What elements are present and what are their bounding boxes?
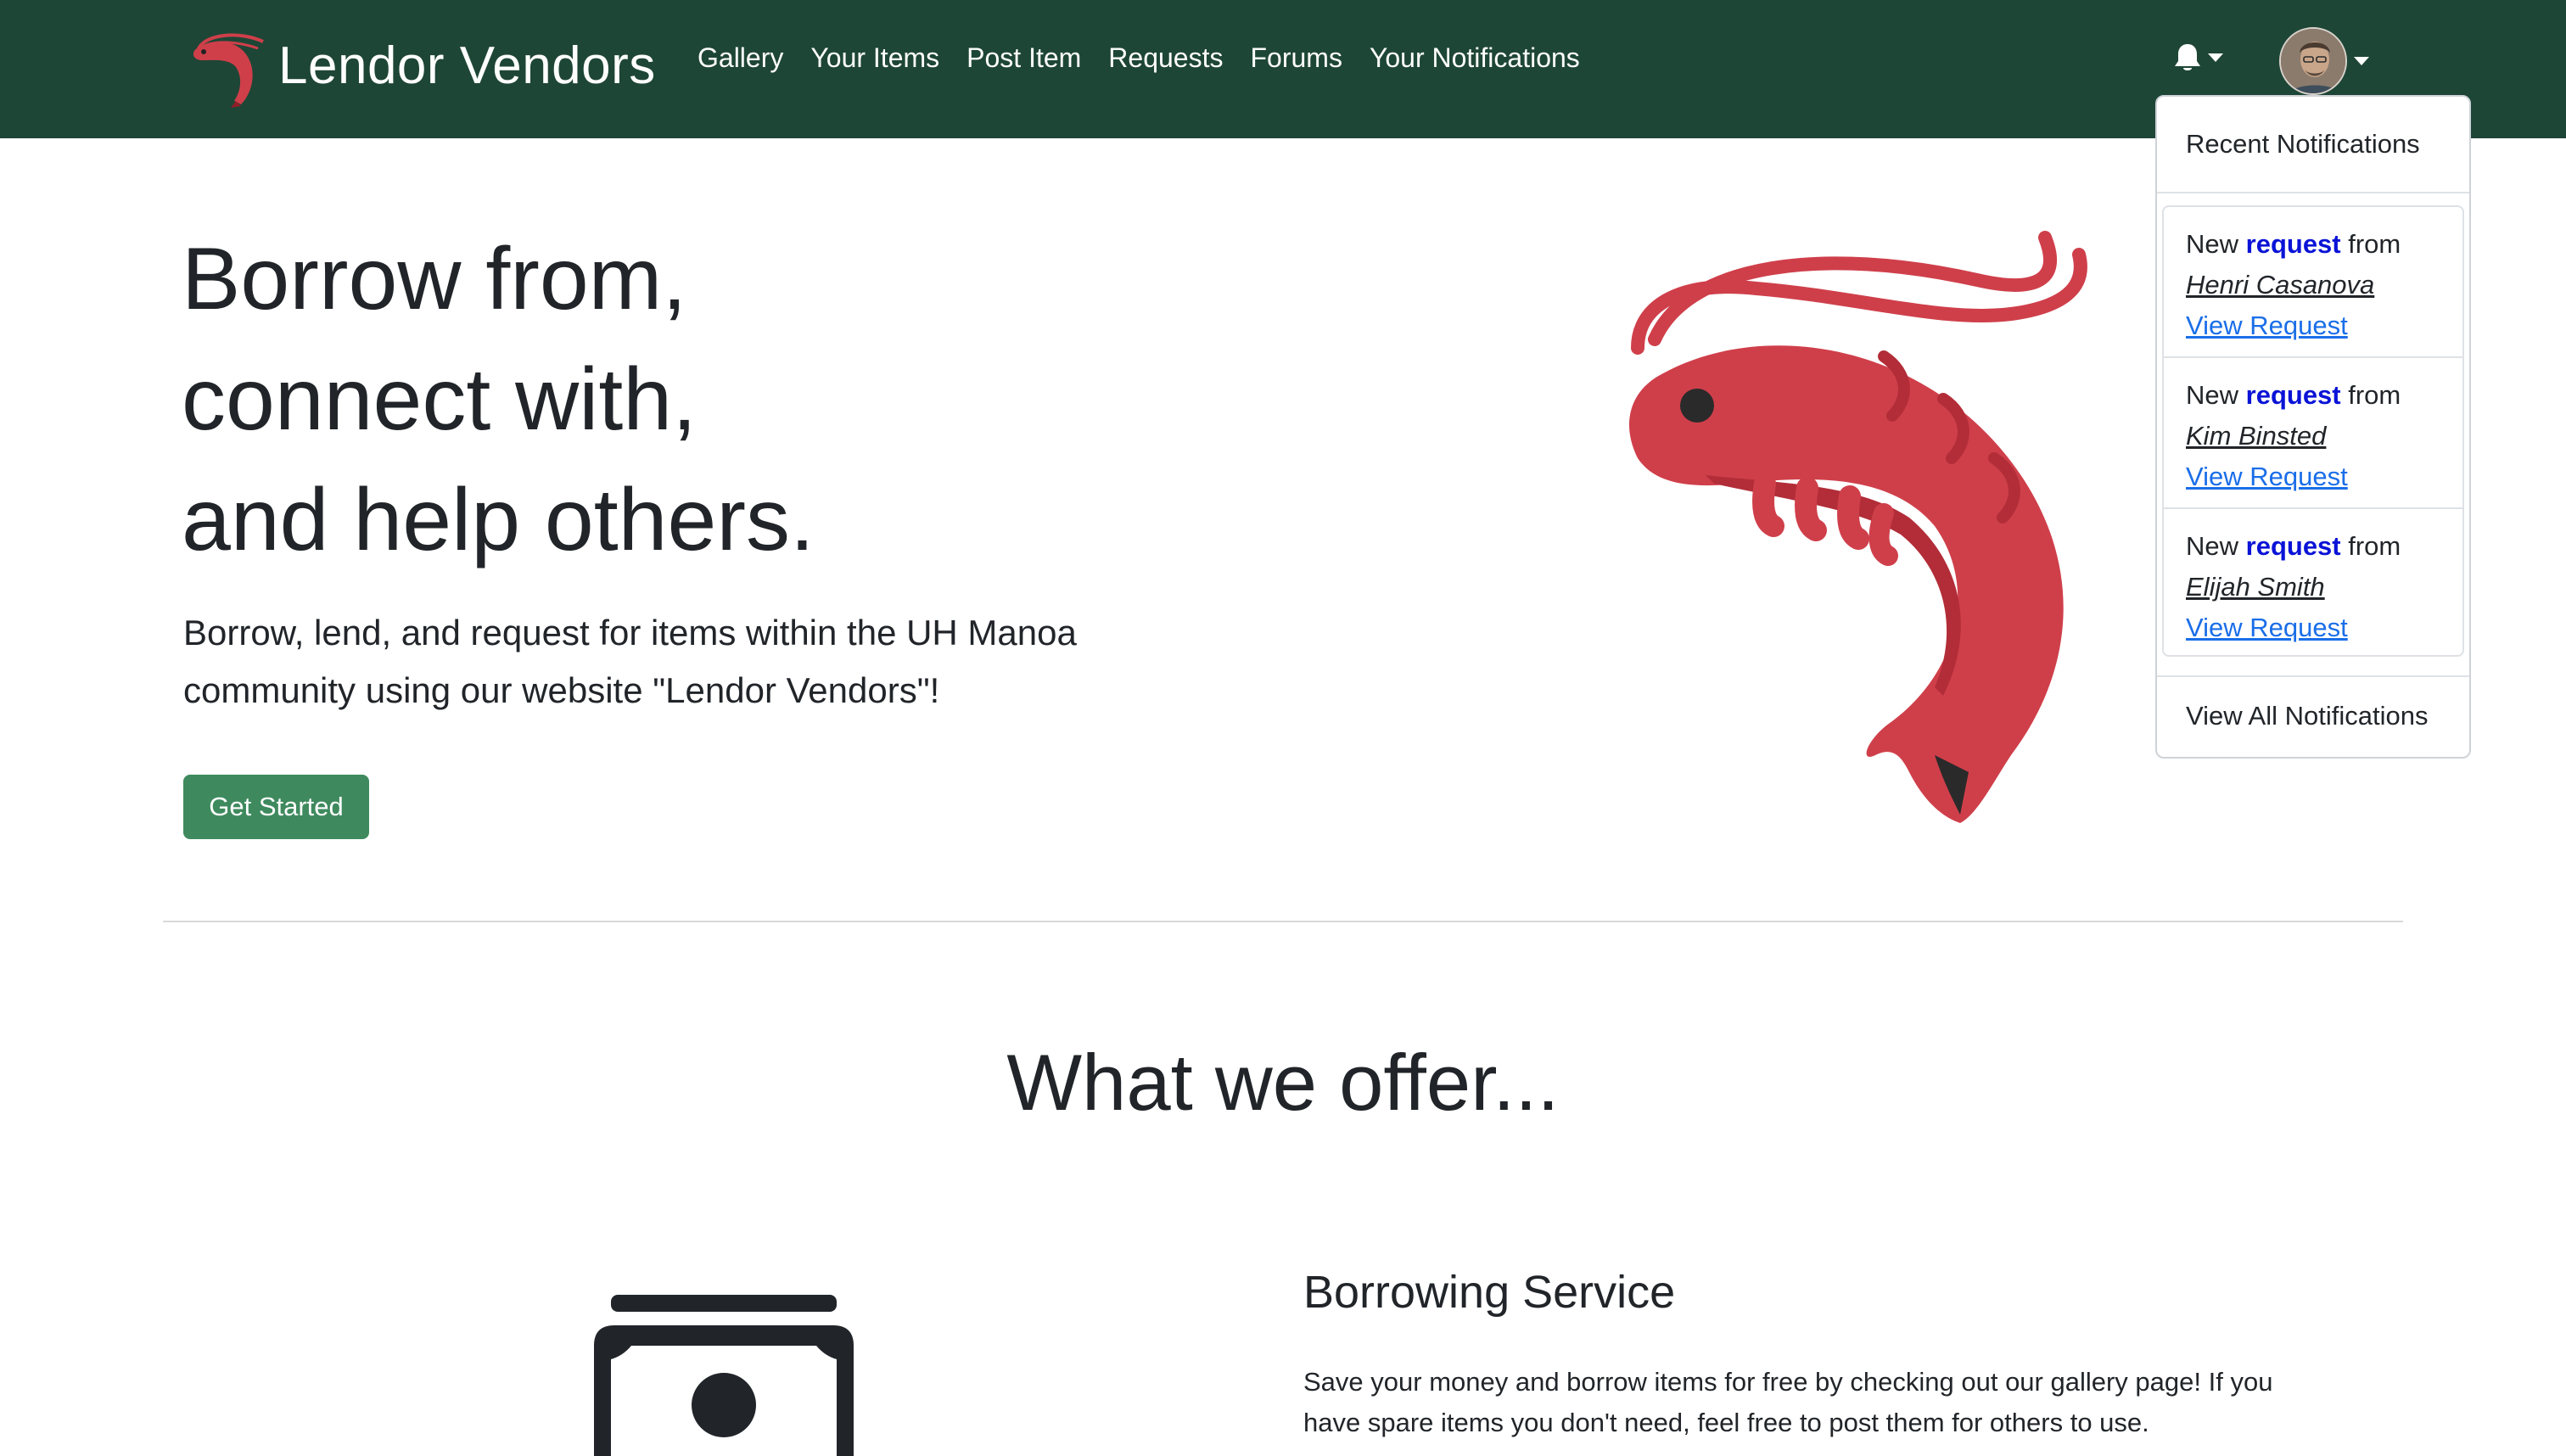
notification-from: from [2348,380,2401,410]
user-avatar [2279,27,2347,95]
notification-from: from [2348,531,2401,561]
hero-subtitle: Borrow, lend, and request for items with… [183,604,1159,720]
service-description-line: Save your money and borrow items for fre… [1303,1367,2273,1397]
dropdown-header: Recent Notifications [2186,129,2420,159]
nav-links: Gallery Your Items Post Item Requests Fo… [698,42,1607,74]
nav-link-gallery[interactable]: Gallery [698,42,783,74]
view-request-link[interactable]: View Request [2186,462,2348,491]
notification-prefix: New [2186,229,2239,259]
notification-prefix: New [2186,380,2239,410]
nav-link-your-items[interactable]: Your Items [810,42,939,74]
notifications-dropdown: Recent Notifications New request from He… [2155,95,2471,759]
money-bill-icon [594,1295,854,1456]
view-request-link[interactable]: View Request [2186,311,2348,340]
notification-list: New request from Henri Casanova View Req… [2162,205,2464,657]
nav-link-forums[interactable]: Forums [1250,42,1342,74]
notification-keyword: request [2245,229,2341,259]
notification-sender-link[interactable]: Henri Casanova [2186,270,2374,300]
shrimp-illustration [1629,231,2087,823]
hero-title: Borrow from, connect with, and help othe… [182,219,1200,580]
nav-link-post-item[interactable]: Post Item [966,42,1081,74]
shrimp-icon [193,33,264,108]
nav-link-your-notifications[interactable]: Your Notifications [1370,42,1580,74]
notification-sender-link[interactable]: Elijah Smith [2186,572,2325,602]
hero-title-line: connect with, [182,350,697,449]
hero-title-line: and help others. [182,471,815,569]
hero-subtitle-line: community using our website "Lendor Vend… [183,670,940,710]
dropdown-divider [2157,675,2469,677]
notification-item: New request from Elijah Smith View Reque… [2164,509,2462,655]
hero-title-line: Borrow from, [182,230,687,328]
caret-down-icon [2208,53,2223,62]
view-all-notifications-link[interactable]: View All Notifications [2186,701,2428,731]
service-description: Save your money and borrow items for fre… [1303,1362,2381,1443]
nav-link-requests[interactable]: Requests [1108,42,1223,74]
notification-keyword: request [2245,531,2341,561]
section-divider [163,921,2403,922]
notification-item: New request from Henri Casanova View Req… [2164,207,2462,358]
notification-prefix: New [2186,531,2239,561]
service-description-line: have spare items you don't need, feel fr… [1303,1408,2149,1437]
view-request-link[interactable]: View Request [2186,613,2348,642]
brand[interactable]: Lendor Vendors [182,19,656,112]
service-title: Borrowing Service [1303,1267,1676,1318]
notification-item: New request from Kim Binsted View Reques… [2164,358,2462,509]
hero-subtitle-line: Borrow, lend, and request for items with… [183,613,1077,652]
notifications-toggle[interactable] [2174,42,2223,73]
dropdown-divider [2157,192,2469,193]
caret-down-icon [2354,57,2369,65]
bell-icon [2175,44,2200,70]
user-menu-toggle[interactable] [2279,27,2369,95]
notification-from: from [2348,229,2401,259]
notification-sender-link[interactable]: Kim Binsted [2186,421,2326,451]
notification-keyword: request [2245,380,2341,410]
brand-name: Lendor Vendors [278,36,656,95]
offer-heading: What we offer... [1006,1038,1560,1127]
get-started-button[interactable]: Get Started [183,775,369,839]
